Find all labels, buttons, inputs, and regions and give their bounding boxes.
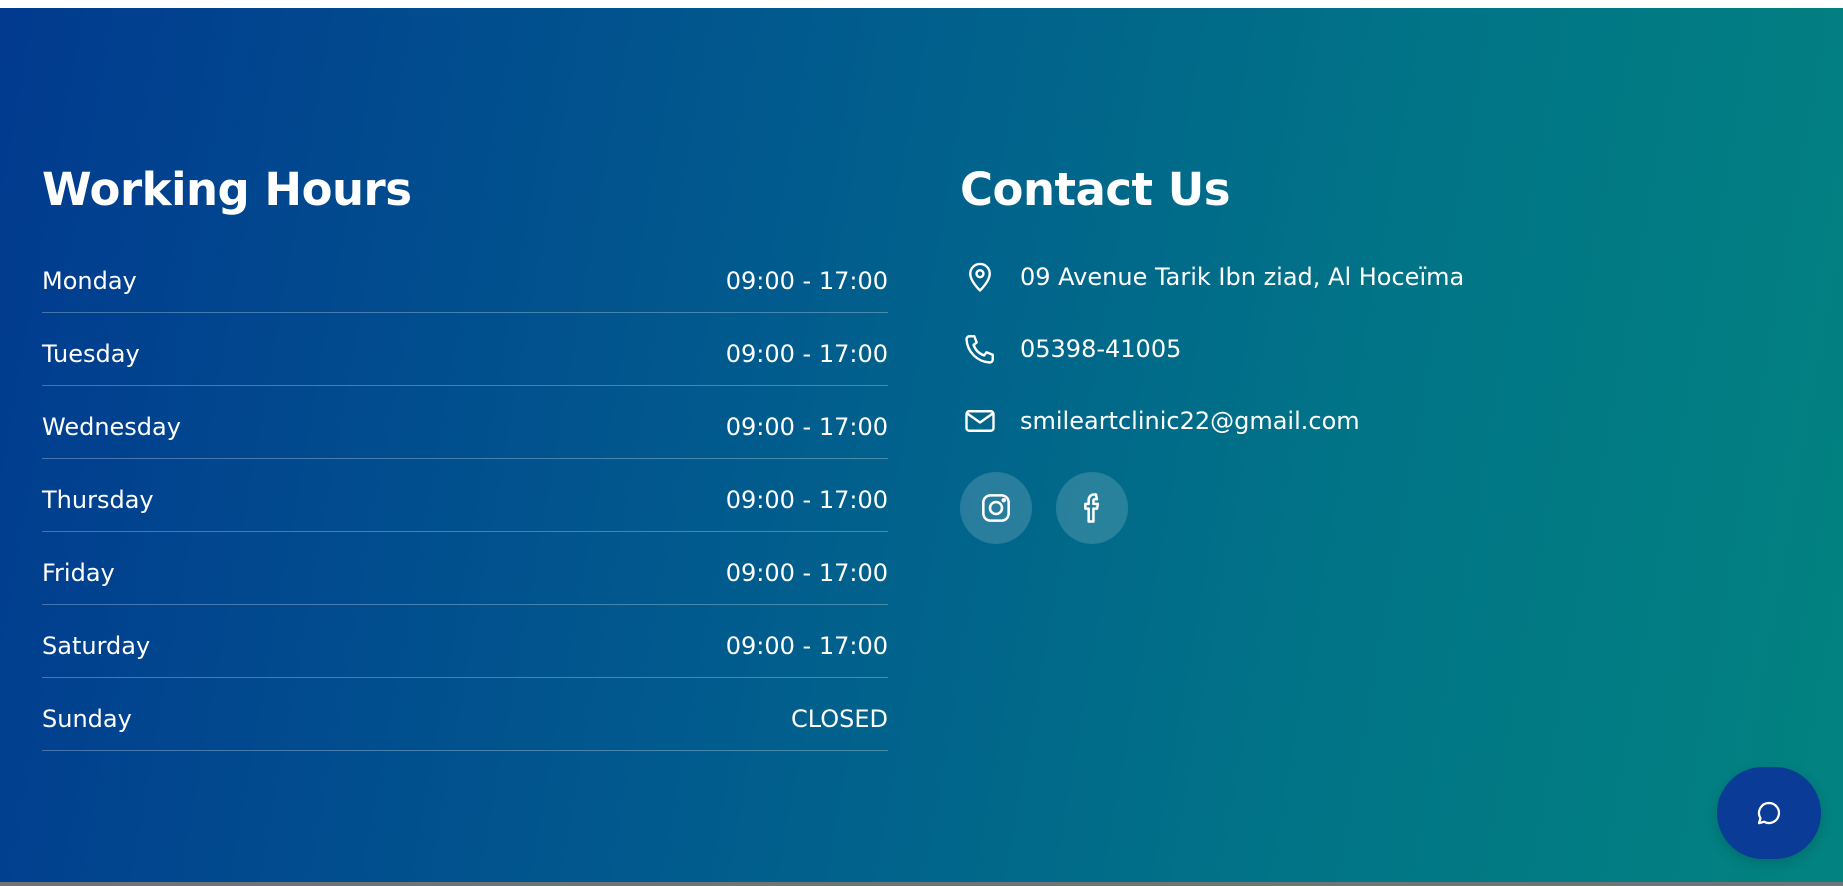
map-pin-icon xyxy=(960,257,1000,297)
address-text: 09 Avenue Tarik Ibn ziad, Al Hoceïma xyxy=(1020,263,1465,291)
facebook-icon xyxy=(1084,493,1100,523)
social-links xyxy=(960,472,1660,544)
day-label: Thursday xyxy=(42,486,154,514)
hours-row-wednesday: Wednesday 09:00 - 17:00 xyxy=(42,402,888,459)
day-label: Saturday xyxy=(42,632,151,660)
time-value: 09:00 - 17:00 xyxy=(725,559,888,587)
time-value: 09:00 - 17:00 xyxy=(725,340,888,368)
contact-phone[interactable]: 05398-41005 xyxy=(960,328,1660,370)
day-label: Tuesday xyxy=(42,340,140,368)
day-label: Monday xyxy=(42,267,137,295)
contact-column: Contact Us 09 Avenue Tarik Ibn ziad, Al … xyxy=(960,156,1660,544)
day-label: Sunday xyxy=(42,705,132,733)
footer-section: Working Hours Monday 09:00 - 17:00 Tuesd… xyxy=(0,8,1843,884)
instagram-button[interactable] xyxy=(960,472,1032,544)
contact-email[interactable]: smileartclinic22@gmail.com xyxy=(960,400,1660,442)
phone-text[interactable]: 05398-41005 xyxy=(1020,335,1181,363)
hours-list: Monday 09:00 - 17:00 Tuesday 09:00 - 17:… xyxy=(42,256,888,751)
time-value: CLOSED xyxy=(790,705,888,733)
working-hours-column: Working Hours Monday 09:00 - 17:00 Tuesd… xyxy=(42,156,888,751)
instagram-icon xyxy=(982,494,1010,522)
contact-address: 09 Avenue Tarik Ibn ziad, Al Hoceïma xyxy=(960,256,1660,298)
bottom-scrollbar-strip xyxy=(0,882,1843,886)
mail-icon xyxy=(960,401,1000,441)
hours-row-friday: Friday 09:00 - 17:00 xyxy=(42,548,888,605)
chat-bubble-icon xyxy=(1757,801,1781,825)
phone-icon xyxy=(960,329,1000,369)
working-hours-title: Working Hours xyxy=(42,163,412,216)
facebook-button[interactable] xyxy=(1056,472,1128,544)
hours-row-thursday: Thursday 09:00 - 17:00 xyxy=(42,475,888,532)
contact-title: Contact Us xyxy=(960,163,1231,216)
time-value: 09:00 - 17:00 xyxy=(725,632,888,660)
day-label: Friday xyxy=(42,559,115,587)
hours-row-monday: Monday 09:00 - 17:00 xyxy=(42,256,888,313)
contact-list: 09 Avenue Tarik Ibn ziad, Al Hoceïma 053… xyxy=(960,256,1660,442)
hours-row-saturday: Saturday 09:00 - 17:00 xyxy=(42,621,888,678)
day-label: Wednesday xyxy=(42,413,181,441)
time-value: 09:00 - 17:00 xyxy=(725,413,888,441)
chat-button[interactable] xyxy=(1717,767,1821,859)
hours-row-sunday: Sunday CLOSED xyxy=(42,694,888,751)
email-text[interactable]: smileartclinic22@gmail.com xyxy=(1020,407,1360,435)
time-value: 09:00 - 17:00 xyxy=(725,486,888,514)
hours-row-tuesday: Tuesday 09:00 - 17:00 xyxy=(42,329,888,386)
time-value: 09:00 - 17:00 xyxy=(725,267,888,295)
